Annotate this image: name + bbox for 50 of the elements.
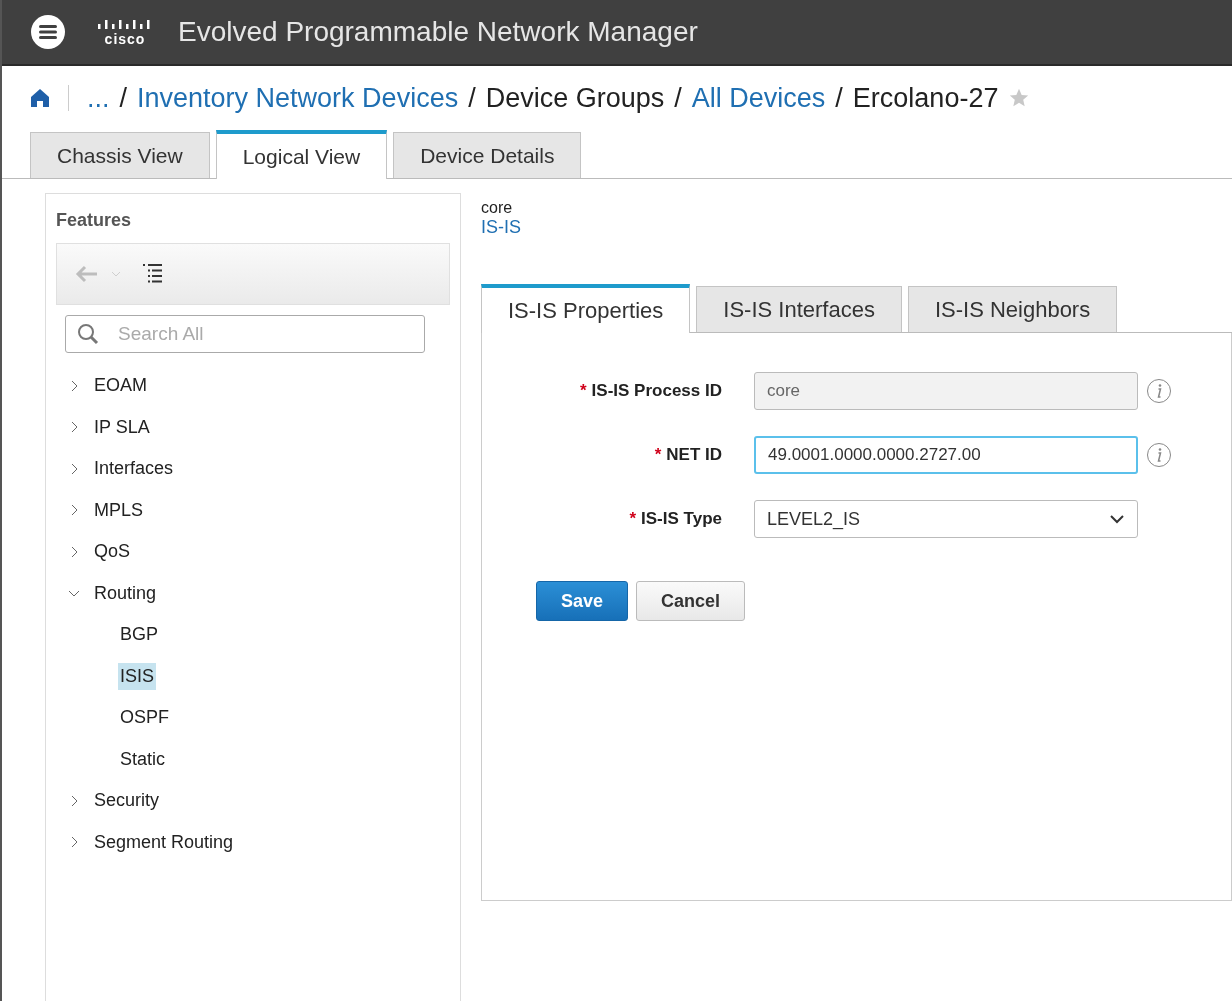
tree-item[interactable]: Routing	[94, 582, 157, 604]
field-label: IS-IS Process ID	[591, 381, 722, 401]
breadcrumb-link[interactable]: All Devices	[691, 82, 826, 114]
field-label: IS-IS Type	[641, 509, 722, 529]
required-mark: *	[654, 445, 662, 465]
star-icon[interactable]	[1008, 87, 1031, 109]
save-button[interactable]: Save	[536, 581, 629, 621]
breadcrumb-separator: /	[119, 82, 128, 114]
breadcrumb-text: Device Groups	[485, 82, 665, 114]
logo-text: cisco	[104, 32, 146, 46]
tree-item[interactable]: MPLS	[94, 499, 144, 521]
panel-title: Features	[56, 209, 133, 232]
tree-item[interactable]: EOAM	[94, 375, 147, 397]
tree-item[interactable]: Security	[94, 790, 160, 812]
view-tab[interactable]: Device Details	[393, 132, 582, 178]
context-label: core	[481, 199, 514, 217]
cancel-button[interactable]: Cancel	[636, 581, 746, 621]
breadcrumb-link[interactable]: Inventory Network Devices	[137, 82, 459, 114]
required-mark: *	[580, 381, 587, 401]
feature-tab[interactable]: IS-IS Neighbors	[907, 286, 1118, 332]
chevron-icon	[1109, 514, 1125, 524]
text-field[interactable]: 49.0001.0000.0000.2727.00	[754, 436, 1138, 474]
search-field[interactable]: Search All	[65, 315, 425, 353]
list-icon[interactable]	[143, 263, 163, 285]
breadcrumb-separator: /	[835, 82, 843, 114]
feature-tab[interactable]: IS-IS Properties	[481, 284, 691, 333]
menu-icon[interactable]	[30, 14, 66, 50]
app-title: Evolved Programmable Network Manager	[178, 16, 698, 48]
breadcrumb-link[interactable]: ...	[87, 82, 110, 114]
tree-item[interactable]: ISIS	[118, 662, 156, 690]
tree-item[interactable]: Segment Routing	[94, 831, 234, 853]
home-icon[interactable]	[30, 88, 50, 108]
required-mark: *	[629, 509, 637, 529]
search-icon	[77, 323, 101, 345]
tree-item[interactable]: QoS	[94, 541, 131, 563]
select-field[interactable]: LEVEL2_IS	[754, 500, 1138, 538]
field-label: NET ID	[666, 445, 722, 465]
tree-item[interactable]: BGP	[118, 621, 160, 649]
breadcrumb-separator: /	[674, 82, 682, 114]
breadcrumb-separator: /	[468, 82, 476, 114]
breadcrumb-text: Ercolano-27	[852, 82, 999, 114]
feature-link[interactable]: IS-IS	[481, 217, 521, 238]
tree-item[interactable]: OSPF	[118, 704, 171, 732]
tree-item[interactable]: Static	[118, 745, 168, 773]
feature-tab[interactable]: IS-IS Interfaces	[696, 286, 902, 332]
info-icon[interactable]	[1146, 442, 1172, 468]
view-tab[interactable]: Logical View	[215, 130, 388, 179]
view-tab[interactable]: Chassis View	[30, 132, 210, 178]
tree-item[interactable]: Interfaces	[94, 458, 174, 480]
tree-item[interactable]: IP SLA	[94, 416, 150, 438]
